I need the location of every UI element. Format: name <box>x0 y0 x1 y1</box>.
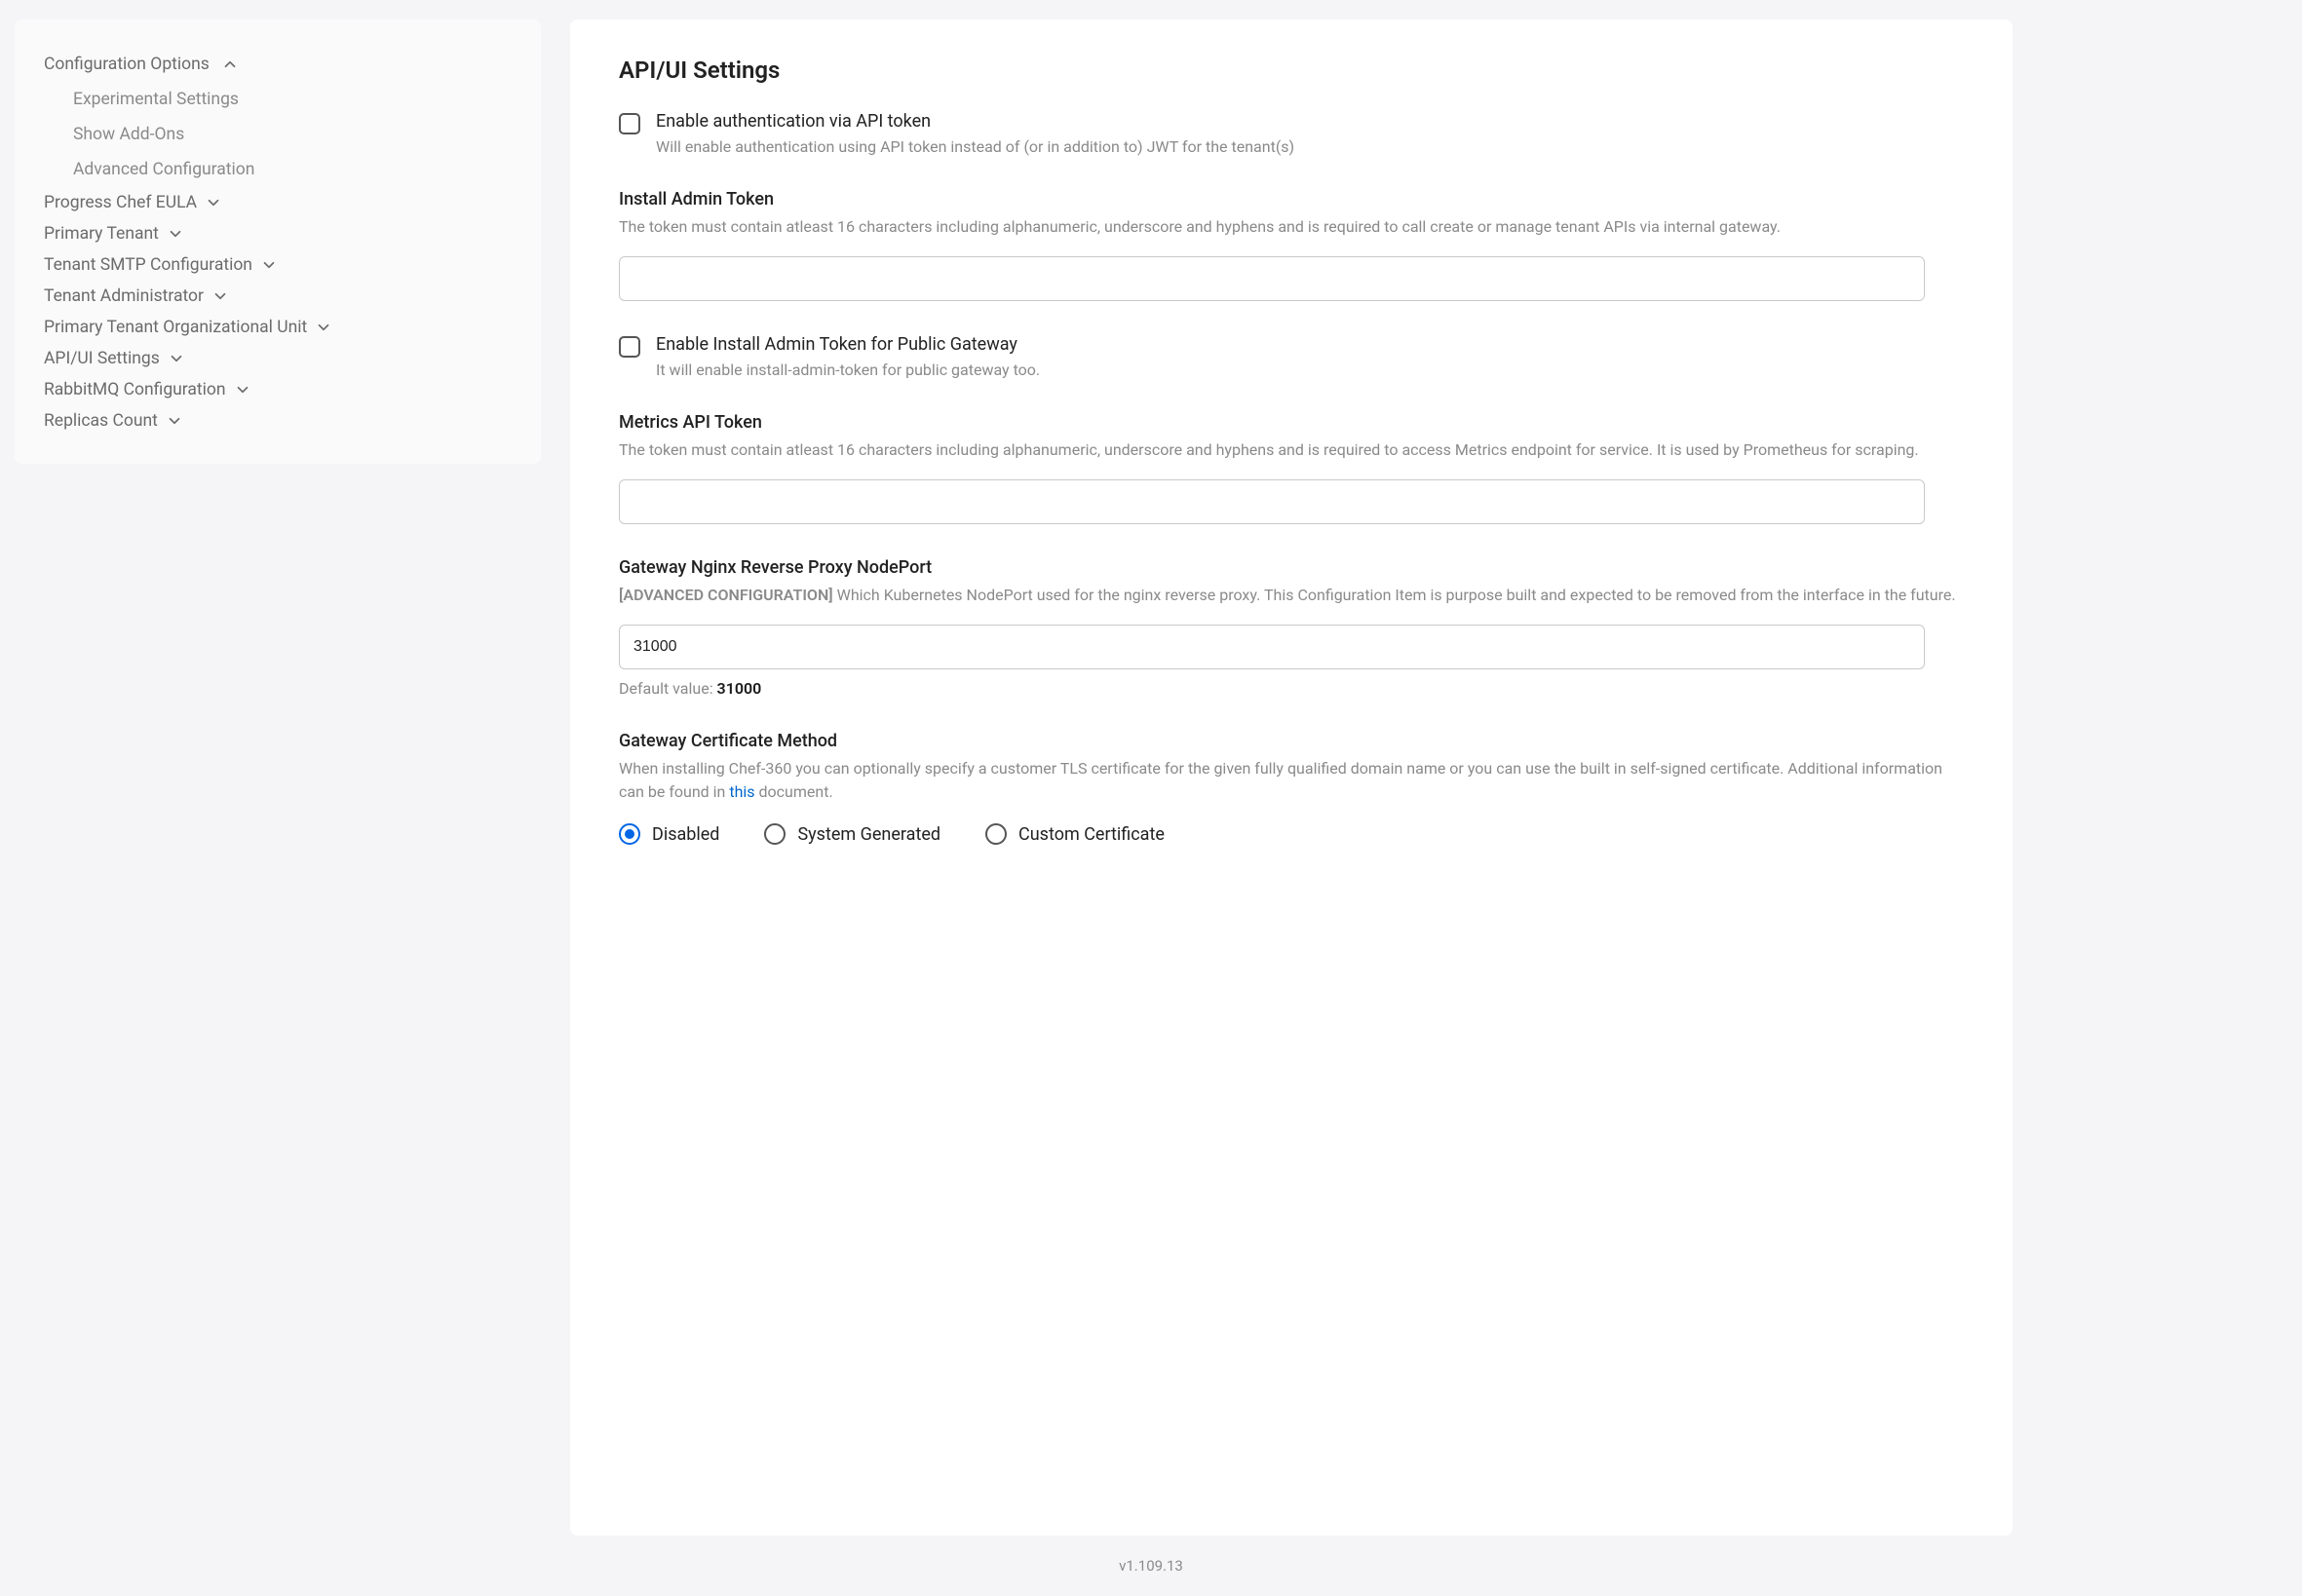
sidebar-item-label: Primary Tenant <box>44 224 159 244</box>
metrics-token-desc: The token must contain atleast 16 charac… <box>619 438 1964 462</box>
enable-admin-public-checkbox[interactable] <box>619 336 640 358</box>
sidebar-item-label: Advanced Configuration <box>73 160 254 179</box>
radio-icon <box>619 823 640 845</box>
configuration-sidebar: Configuration Options Experimental Setti… <box>15 19 541 464</box>
sidebar-item-label: Replicas Count <box>44 411 158 431</box>
chevron-down-icon <box>260 256 278 274</box>
radio-label: Custom Certificate <box>1018 824 1165 845</box>
sidebar-item-label: Primary Tenant Organizational Unit <box>44 318 307 337</box>
install-admin-token-title: Install Admin Token <box>619 189 1964 209</box>
chevron-down-icon <box>205 194 222 211</box>
chevron-down-icon <box>315 319 332 336</box>
radio-label: System Generated <box>797 824 940 845</box>
sidebar-item-advanced-config[interactable]: Advanced Configuration <box>15 152 541 187</box>
sidebar-item-label: Show Add-Ons <box>73 125 184 144</box>
gateway-nodeport-input[interactable] <box>619 625 1925 669</box>
enable-api-token-label: Enable authentication via API token <box>656 111 1294 132</box>
radio-label: Disabled <box>652 824 719 845</box>
install-admin-token-input[interactable] <box>619 256 1925 301</box>
enable-admin-public-desc: It will enable install-admin-token for p… <box>656 361 1040 379</box>
sidebar-item-label: RabbitMQ Configuration <box>44 380 226 399</box>
sidebar-item-experimental[interactable]: Experimental Settings <box>15 82 541 117</box>
gateway-nodeport-desc: [ADVANCED CONFIGURATION] Which Kubernete… <box>619 584 1964 607</box>
gateway-nodeport-desc-text: Which Kubernetes NodePort used for the n… <box>837 586 1956 604</box>
sidebar-item-label: API/UI Settings <box>44 349 160 368</box>
default-prefix: Default value: <box>619 679 717 698</box>
radio-icon <box>764 823 786 845</box>
metrics-token-input[interactable] <box>619 479 1925 524</box>
install-admin-token-desc: The token must contain atleast 16 charac… <box>619 215 1964 239</box>
sidebar-item-label: Progress Chef EULA <box>44 193 197 212</box>
enable-admin-public-label: Enable Install Admin Token for Public Ga… <box>656 334 1040 355</box>
enable-api-token-desc: Will enable authentication using API tok… <box>656 137 1294 156</box>
chevron-down-icon <box>167 225 184 243</box>
sidebar-group-label: Configuration Options <box>44 55 210 74</box>
sidebar-item-label: Tenant SMTP Configuration <box>44 255 252 275</box>
cert-method-title: Gateway Certificate Method <box>619 731 1964 751</box>
sidebar-item-label: Tenant Administrator <box>44 286 204 306</box>
cert-option-system-generated[interactable]: System Generated <box>764 823 940 845</box>
page-title: API/UI Settings <box>619 57 1964 84</box>
sidebar-item-eula[interactable]: Progress Chef EULA <box>15 187 541 218</box>
sidebar-item-org-unit[interactable]: Primary Tenant Organizational Unit <box>15 312 541 343</box>
radio-icon <box>985 823 1007 845</box>
sidebar-item-api-ui[interactable]: API/UI Settings <box>15 343 541 374</box>
sidebar-item-label: Experimental Settings <box>73 90 239 109</box>
sidebar-item-replicas[interactable]: Replicas Count <box>15 405 541 437</box>
sidebar-item-primary-tenant[interactable]: Primary Tenant <box>15 218 541 249</box>
sidebar-item-tenant-admin[interactable]: Tenant Administrator <box>15 281 541 312</box>
sidebar-item-smtp[interactable]: Tenant SMTP Configuration <box>15 249 541 281</box>
chevron-down-icon <box>234 381 251 399</box>
default-value: 31000 <box>717 679 762 698</box>
cert-desc-post: document. <box>755 782 833 801</box>
advanced-config-tag: [ADVANCED CONFIGURATION] <box>619 586 833 604</box>
chevron-down-icon <box>168 350 185 367</box>
chevron-up-icon <box>221 56 239 73</box>
sidebar-item-rabbitmq[interactable]: RabbitMQ Configuration <box>15 374 541 405</box>
gateway-nodeport-default: Default value: 31000 <box>619 679 1964 698</box>
cert-method-desc: When installing Chef-360 you can optiona… <box>619 757 1964 804</box>
sidebar-group-config-options[interactable]: Configuration Options <box>15 47 541 82</box>
cert-option-custom[interactable]: Custom Certificate <box>985 823 1165 845</box>
metrics-token-title: Metrics API Token <box>619 412 1964 433</box>
sidebar-item-addons[interactable]: Show Add-Ons <box>15 117 541 152</box>
chevron-down-icon <box>211 287 229 305</box>
version-footer: v1.109.13 <box>0 1536 2302 1596</box>
settings-panel: API/UI Settings Enable authentication vi… <box>570 19 2013 1536</box>
gateway-nodeport-title: Gateway Nginx Reverse Proxy NodePort <box>619 557 1964 578</box>
cert-doc-link[interactable]: this <box>729 782 754 801</box>
cert-option-disabled[interactable]: Disabled <box>619 823 719 845</box>
enable-api-token-checkbox[interactable] <box>619 113 640 134</box>
chevron-down-icon <box>166 412 183 430</box>
